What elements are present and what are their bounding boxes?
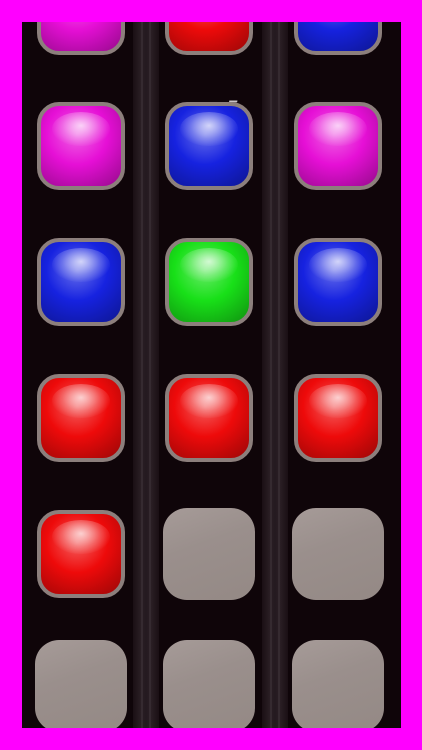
green-tile[interactable] [165, 238, 253, 326]
empty-tile-slot[interactable] [163, 508, 255, 600]
tile-shine [180, 112, 238, 146]
red-tile[interactable] [165, 374, 253, 462]
tile-shine [309, 112, 367, 146]
tile-shine [52, 112, 110, 146]
empty-tile-slot[interactable] [163, 640, 255, 728]
tile-shine [52, 248, 110, 282]
blue-tile[interactable] [294, 238, 382, 326]
tile-shine [309, 384, 367, 418]
empty-tile-slot[interactable] [292, 508, 384, 600]
red-tile[interactable] [165, 22, 253, 55]
column-divider-right [262, 22, 288, 728]
red-tile[interactable] [294, 374, 382, 462]
column-divider-left [133, 22, 159, 728]
tile-shine [309, 248, 367, 282]
blue-tile[interactable] [37, 238, 125, 326]
tile-shine [52, 520, 110, 554]
magenta-tile[interactable] [294, 102, 382, 190]
red-tile[interactable] [37, 374, 125, 462]
empty-tile-slot[interactable] [35, 640, 127, 728]
magenta-tile[interactable] [37, 22, 125, 55]
blue-tile[interactable] [165, 102, 253, 190]
tile-shine [52, 384, 110, 418]
magenta-tile[interactable] [37, 102, 125, 190]
game-board: 5 [22, 22, 401, 728]
tile-shine [180, 248, 238, 282]
game-frame: 5 [0, 0, 422, 750]
blue-tile[interactable] [294, 22, 382, 55]
empty-tile-slot[interactable] [292, 640, 384, 728]
red-tile[interactable] [37, 510, 125, 598]
tile-shine [180, 384, 238, 418]
